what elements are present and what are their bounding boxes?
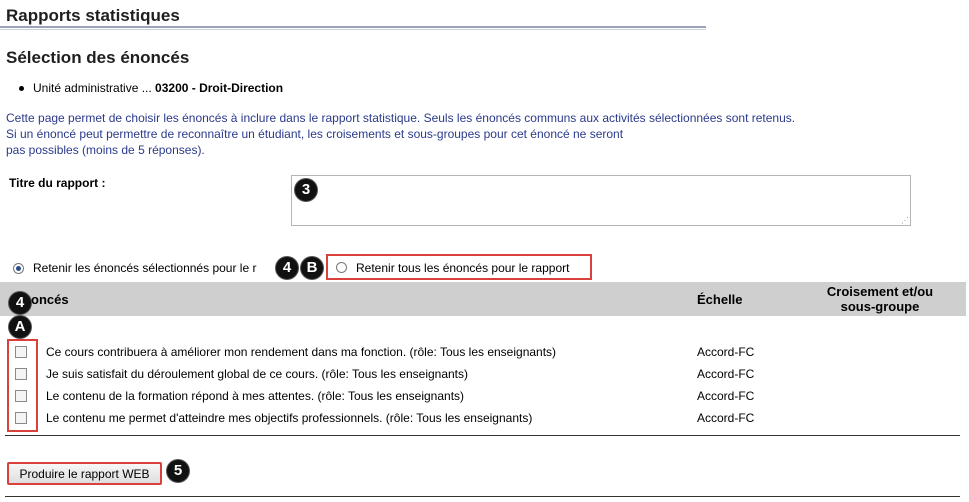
statement-scale: Accord-FC [697,411,755,425]
radio-all-statements-label: Retenir tous les énoncés pour le rapport [356,261,570,275]
info-line-2: Si un énoncé peut permettre de reconnaît… [6,127,624,141]
table-bottom-divider [5,435,960,436]
unit-label: Unité administrative ... [33,81,156,95]
info-text: Cette page permet de choisir les énoncés… [6,110,795,158]
info-line-1: Cette page permet de choisir les énoncés… [6,111,796,125]
annotation-badge-4-top: 4 [276,257,298,279]
statement-checkbox[interactable] [15,412,27,424]
statement-scale: Accord-FC [697,389,755,403]
column-header-crossing-line-1: Croisement et/ou [826,284,934,299]
title-divider [0,26,706,28]
column-header-crossing-line-2: sous-groupe [840,299,920,314]
title-divider-light [0,29,706,30]
annotation-badge-b: B [301,257,323,279]
page-bottom-divider [5,496,960,497]
statement-scale: Accord-FC [697,367,755,381]
annotation-badge-4-left: 4 [9,292,31,314]
unit-info: Unité administrative ... 03200 - Droit-D… [33,81,283,95]
column-header-statements: oncés [31,292,69,307]
unit-separator: - [188,81,200,95]
annotation-badge-5: 5 [167,460,189,482]
radio-selected-statements[interactable] [13,263,24,274]
statement-scale: Accord-FC [697,345,755,359]
annotation-badge-a: A [9,316,31,338]
unit-name: Droit-Direction [199,81,284,95]
info-line-3: pas possibles (moins de 5 réponses). [6,143,205,157]
radio-selected-statements-label: Retenir les énoncés sélectionnés pour le… [33,261,257,275]
resize-grip-icon[interactable]: ⋰ [901,216,909,225]
generate-web-report-button[interactable]: Produire le rapport WEB [7,462,162,485]
unit-code: 03200 [155,81,189,95]
statement-text: Le contenu me permet d'atteindre mes obj… [46,411,533,425]
page-title: Rapports statistiques [6,6,180,25]
column-header-crossing: Croisement et/ou sous-groupe [800,284,960,314]
statement-text: Je suis satisfait du déroulement global … [46,367,469,381]
statement-text: Le contenu de la formation répond à mes … [46,389,465,403]
statement-checkbox[interactable] [15,390,27,402]
column-header-scale: Échelle [697,292,743,307]
statement-checkbox[interactable] [15,346,27,358]
statement-checkbox[interactable] [15,368,27,380]
annotation-badge-3: 3 [295,179,317,201]
bullet-icon [19,86,24,91]
section-title: Sélection des énoncés [6,48,190,67]
statement-text: Ce cours contribuera à améliorer mon ren… [46,345,557,359]
radio-all-statements[interactable] [336,262,347,273]
report-title-label: Titre du rapport : [9,176,106,190]
report-title-input[interactable] [291,175,911,226]
